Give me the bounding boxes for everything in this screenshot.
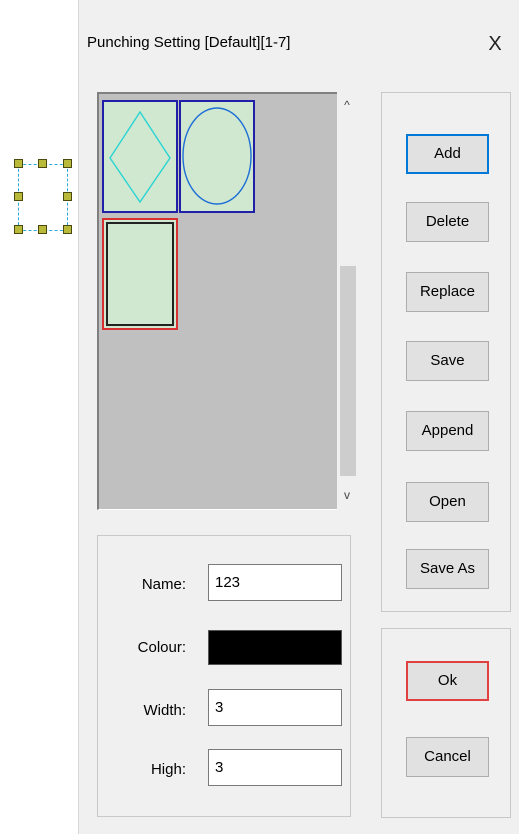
save-button[interactable]: Save xyxy=(406,341,489,381)
cancel-button[interactable]: Cancel xyxy=(406,737,489,777)
resize-handle[interactable] xyxy=(63,159,72,168)
shape-list-scrollbar[interactable]: ^ v xyxy=(337,92,357,510)
dialog-title: Punching Setting [Default][1-7] xyxy=(87,34,291,51)
append-button[interactable]: Append xyxy=(406,411,489,451)
high-field[interactable]: 3 xyxy=(208,749,342,786)
add-button[interactable]: Add xyxy=(406,134,489,174)
open-button[interactable]: Open xyxy=(406,482,489,522)
square-icon xyxy=(106,222,174,326)
save-as-button[interactable]: Save As xyxy=(406,549,489,589)
scroll-down-arrow-icon[interactable]: v xyxy=(337,486,357,504)
name-label: Name: xyxy=(141,576,186,593)
confirm-buttons-group: Ok Cancel xyxy=(381,628,511,818)
resize-handle[interactable] xyxy=(38,159,47,168)
width-label: Width: xyxy=(143,702,186,719)
colour-swatch[interactable] xyxy=(208,630,342,665)
circle-icon xyxy=(182,107,252,205)
diamond-icon xyxy=(109,110,171,204)
resize-handle[interactable] xyxy=(63,192,72,201)
colour-label: Colour: xyxy=(137,639,186,656)
delete-button[interactable]: Delete xyxy=(406,202,489,242)
close-button[interactable]: X xyxy=(483,32,507,56)
high-label: High: xyxy=(150,761,186,778)
shape-item-circle[interactable] xyxy=(179,100,255,213)
resize-handle[interactable] xyxy=(63,225,72,234)
shape-item-square[interactable] xyxy=(102,218,178,330)
selection-handles[interactable] xyxy=(14,155,74,235)
resize-handle[interactable] xyxy=(14,225,23,234)
title-bar: Punching Setting [Default][1-7] X xyxy=(79,18,519,58)
ok-button[interactable]: Ok xyxy=(406,661,489,701)
name-field[interactable]: 123 xyxy=(208,564,342,601)
shape-item-diamond[interactable] xyxy=(102,100,178,213)
width-field[interactable]: 3 xyxy=(208,689,342,726)
replace-button[interactable]: Replace xyxy=(406,272,489,312)
resize-handle[interactable] xyxy=(14,192,23,201)
punching-setting-dialog: Punching Setting [Default][1-7] X ^ v Na… xyxy=(78,0,519,834)
resize-handle[interactable] xyxy=(38,225,47,234)
scroll-up-arrow-icon[interactable]: ^ xyxy=(337,96,357,114)
resize-handle[interactable] xyxy=(14,159,23,168)
properties-group: Name: 123 Colour: Width: 3 High: 3 xyxy=(97,535,351,817)
scroll-thumb[interactable] xyxy=(340,266,356,476)
shape-list[interactable] xyxy=(97,92,355,510)
action-buttons-group: Add Delete Replace Save Append Open Save… xyxy=(381,92,511,612)
